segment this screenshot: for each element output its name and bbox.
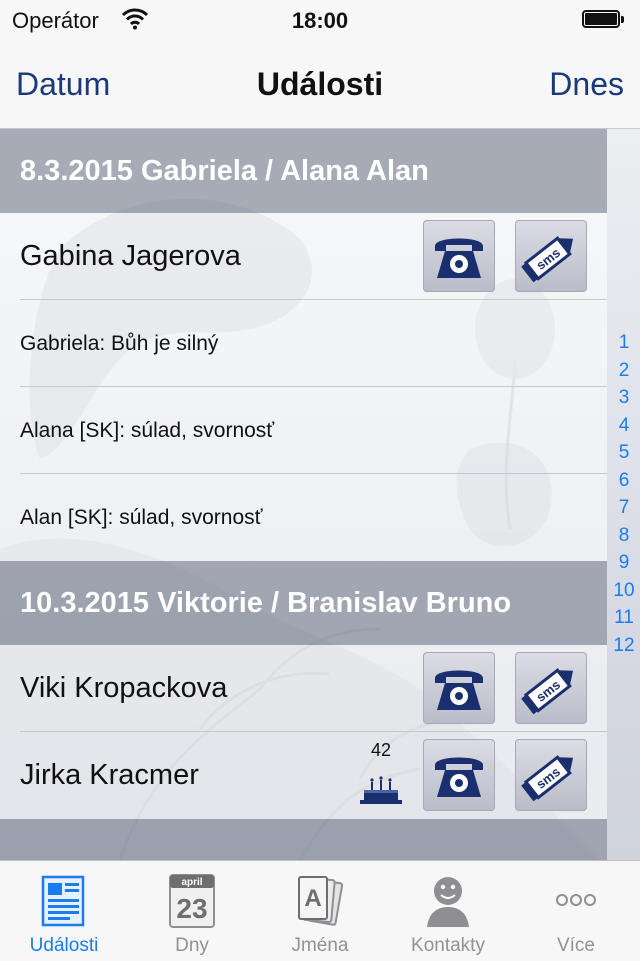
index-item-5[interactable]: 5 bbox=[608, 439, 640, 467]
index-item-8[interactable]: 8 bbox=[608, 522, 640, 550]
name-cards-icon: A bbox=[298, 876, 344, 926]
contact-name: Viki Kropackova bbox=[20, 672, 228, 704]
status-bar: Operátor 18:00 bbox=[0, 0, 640, 40]
index-item-1[interactable]: 1 bbox=[608, 329, 640, 357]
month-index[interactable]: 1 2 3 4 5 6 7 8 9 10 11 12 bbox=[608, 329, 640, 659]
name-info-row: Alan [SK]: súlad, svornosť bbox=[0, 474, 607, 561]
index-item-3[interactable]: 3 bbox=[608, 384, 640, 412]
index-item-10[interactable]: 10 bbox=[608, 577, 640, 605]
age-label: 42 bbox=[370, 740, 392, 760]
tab-label: Události bbox=[29, 935, 99, 956]
contact-row[interactable]: Jirka Kracmer 42 sms bbox=[0, 732, 607, 819]
sms-button[interactable]: sms bbox=[515, 739, 587, 811]
tab-days[interactable]: april 23 Dny bbox=[128, 861, 256, 961]
section-header: 10.3.2015 Viktorie / Branislav Bruno bbox=[0, 561, 607, 645]
contact-row[interactable]: Gabina Jagerova sms bbox=[0, 213, 607, 300]
index-item-4[interactable]: 4 bbox=[608, 412, 640, 440]
birthday-cake-icon bbox=[360, 776, 402, 804]
events-list[interactable]: 8.3.2015 Gabriela / Alana Alan Gabina Ja… bbox=[0, 129, 640, 860]
name-info-row: Gabriela: Bůh je silný bbox=[0, 300, 607, 387]
section-header-partial bbox=[0, 819, 607, 860]
navigation-bar: Datum Události Dnes bbox=[0, 40, 640, 129]
phone-icon bbox=[435, 238, 483, 278]
index-item-6[interactable]: 6 bbox=[608, 467, 640, 495]
page-title: Události bbox=[256, 66, 384, 102]
index-item-11[interactable]: 11 bbox=[608, 604, 640, 632]
calendar-icon: april 23 bbox=[169, 874, 215, 928]
tab-label: Kontakty bbox=[411, 935, 485, 956]
birthday-indicator: 42 bbox=[354, 740, 408, 810]
today-button[interactable]: Dnes bbox=[549, 66, 624, 103]
tab-bar: Události april 23 Dny A Jména Kontakty V… bbox=[0, 860, 640, 961]
sms-pencil-icon: sms bbox=[521, 755, 574, 802]
phone-icon bbox=[435, 757, 483, 797]
calendar-month: april bbox=[181, 877, 202, 888]
phone-icon bbox=[435, 670, 483, 710]
tab-events[interactable]: Události bbox=[0, 861, 128, 961]
sms-button[interactable]: sms bbox=[515, 220, 587, 292]
card-letter: A bbox=[304, 885, 321, 912]
index-item-12[interactable]: 12 bbox=[608, 632, 640, 660]
index-item-2[interactable]: 2 bbox=[608, 357, 640, 385]
call-button[interactable] bbox=[423, 739, 495, 811]
contact-name: Gabina Jagerova bbox=[20, 240, 241, 272]
battery-icon bbox=[582, 10, 626, 30]
tab-label: Více bbox=[556, 935, 596, 956]
tab-more[interactable]: Více bbox=[512, 861, 640, 961]
call-button[interactable] bbox=[423, 220, 495, 292]
sms-button[interactable]: sms bbox=[515, 652, 587, 724]
index-item-7[interactable]: 7 bbox=[608, 494, 640, 522]
tab-label: Jména bbox=[291, 935, 349, 956]
call-button[interactable] bbox=[423, 652, 495, 724]
name-info-row: Alana [SK]: súlad, svornosť bbox=[0, 387, 607, 474]
index-item-9[interactable]: 9 bbox=[608, 549, 640, 577]
contact-name: Jirka Kracmer bbox=[20, 759, 199, 791]
section-header: 8.3.2015 Gabriela / Alana Alan bbox=[0, 129, 607, 213]
more-icon bbox=[556, 894, 596, 906]
event-table: 8.3.2015 Gabriela / Alana Alan Gabina Ja… bbox=[0, 129, 607, 860]
contact-row[interactable]: Viki Kropackova sms bbox=[0, 645, 607, 732]
name-meaning: Alan [SK]: súlad, svornosť bbox=[20, 506, 263, 529]
tab-contacts[interactable]: Kontakty bbox=[384, 861, 512, 961]
calendar-day: 23 bbox=[176, 893, 207, 924]
clock: 18:00 bbox=[291, 8, 349, 33]
name-meaning: Gabriela: Bůh je silný bbox=[20, 332, 219, 355]
sms-pencil-icon: sms bbox=[521, 236, 574, 283]
sms-pencil-icon: sms bbox=[521, 668, 574, 715]
person-icon bbox=[427, 877, 469, 927]
tab-label: Dny bbox=[175, 935, 209, 956]
tab-names[interactable]: A Jména bbox=[256, 861, 384, 961]
name-meaning: Alana [SK]: súlad, svornosť bbox=[20, 419, 275, 442]
news-icon bbox=[41, 875, 85, 927]
